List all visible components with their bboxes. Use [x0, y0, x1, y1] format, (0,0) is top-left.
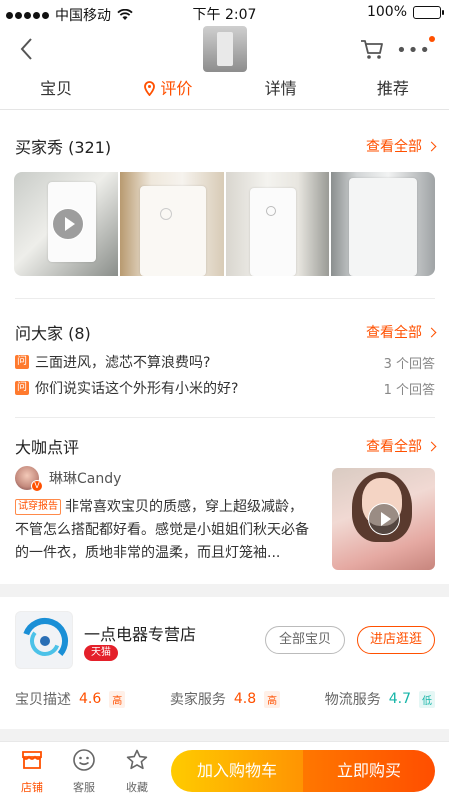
status-bar: 中国移动 下午 2:07 100% [0, 0, 449, 26]
divider [15, 417, 435, 418]
question-item[interactable]: 问 三面进风，滤芯不算浪费吗? 3 个回答 [15, 352, 435, 372]
score-service: 卖家服务 4.8 高 [170, 689, 281, 709]
score-logistics: 物流服务 4.7 低 [325, 689, 435, 709]
section-title: 问大家 (8) [15, 324, 91, 343]
tab-reviews[interactable]: 评价 [112, 72, 224, 109]
divider [15, 298, 435, 299]
buy-now-button[interactable]: 立即购买 [303, 750, 435, 792]
chevron-right-icon [426, 141, 437, 151]
store-logo-icon [22, 618, 68, 664]
question-icon: 问 [15, 381, 29, 395]
review-body[interactable]: 试穿报告 非常喜欢宝贝的质感，穿上超级减龄，不管怎么搭配都好看。感觉是小姐姐们秋天… [15, 496, 315, 565]
verified-badge: V [31, 480, 43, 492]
chevron-right-icon [426, 441, 437, 451]
see-all-link[interactable]: 查看全部 [366, 136, 437, 156]
question-text: 你们说实话这个外形有小米的好? [35, 381, 239, 397]
reviewer-name: 琳琳Candy [49, 471, 122, 487]
review-video[interactable] [332, 468, 435, 570]
tab-item[interactable]: 宝贝 [0, 72, 112, 109]
cart-icon[interactable] [359, 36, 385, 62]
store-card: 一点电器专营店 天猫 全部宝贝 进店逛逛 宝贝描述 4.6 高 卖家服务 4.8… [0, 597, 449, 729]
see-all-link[interactable]: 查看全部 [366, 322, 437, 342]
shop-icon [22, 751, 42, 769]
bottom-action-bar: 店铺 客服 收藏 加入购物车 立即购买 [0, 741, 449, 800]
service-icon [73, 749, 95, 771]
store-logo[interactable] [15, 611, 73, 669]
question-icon: 问 [15, 355, 29, 369]
buyer-show-header: 买家秀 (321) 查看全部 [15, 134, 437, 158]
buyer-photo[interactable] [225, 172, 330, 276]
buyer-photos [14, 172, 435, 276]
notification-dot [429, 36, 435, 42]
visit-store-button[interactable]: 进店逛逛 [357, 626, 435, 654]
tab-details[interactable]: 详情 [225, 72, 337, 109]
store-scores: 宝贝描述 4.6 高 卖家服务 4.8 高 物流服务 4.7 低 [15, 689, 435, 709]
store-name[interactable]: 一点电器专营店 [84, 621, 196, 645]
battery-icon [413, 5, 444, 19]
battery-status: 100% [366, 4, 444, 20]
reviews-card: 买家秀 (321) 查看全部 问大家 (8) 查看全部 问 三面进风，滤芯不算浪… [0, 110, 449, 584]
question-text: 三面进风，滤芯不算浪费吗? [35, 355, 211, 371]
buyer-photo[interactable] [331, 172, 435, 276]
answer-count: 1 个回答 [383, 382, 435, 398]
see-all-link[interactable]: 查看全部 [366, 436, 437, 456]
location-pin-icon [144, 81, 156, 97]
add-to-cart-button[interactable]: 加入购物车 [171, 750, 303, 792]
battery-percent: 100% [366, 4, 407, 20]
avatar[interactable]: V [15, 466, 43, 492]
play-icon[interactable] [368, 503, 400, 535]
expert-review-header: 大咖点评 查看全部 [15, 434, 437, 458]
tab-bar: 宝贝 评价 详情 推荐 [0, 72, 449, 110]
more-icon[interactable]: ••• [396, 40, 431, 61]
section-title: 大咖点评 [15, 438, 80, 457]
buyer-photo[interactable] [14, 172, 118, 276]
star-icon [126, 749, 148, 770]
customer-service-button[interactable]: 客服 [64, 748, 104, 795]
all-items-button[interactable]: 全部宝贝 [265, 626, 345, 654]
chevron-right-icon [426, 327, 437, 337]
buyer-photo[interactable] [119, 172, 224, 276]
shop-button[interactable]: 店铺 [12, 748, 52, 795]
tmall-badge: 天猫 [84, 645, 118, 661]
section-title: 买家秀 (321) [15, 138, 112, 157]
product-thumbnail[interactable] [203, 26, 247, 72]
question-item[interactable]: 问 你们说实话这个外形有小米的好? 1 个回答 [15, 378, 435, 398]
answer-count: 3 个回答 [383, 356, 435, 372]
review-tag: 试穿报告 [15, 499, 61, 515]
reviewer-info[interactable]: V 琳琳Candy [15, 466, 122, 492]
play-icon[interactable] [52, 208, 84, 240]
score-description: 宝贝描述 4.6 高 [15, 689, 126, 709]
nav-bar: ••• [0, 26, 449, 72]
ask-all-header: 问大家 (8) 查看全部 [15, 320, 437, 344]
tab-recommend[interactable]: 推荐 [337, 72, 449, 109]
chevron-left-icon[interactable] [14, 36, 40, 62]
favorite-button[interactable]: 收藏 [117, 748, 157, 795]
